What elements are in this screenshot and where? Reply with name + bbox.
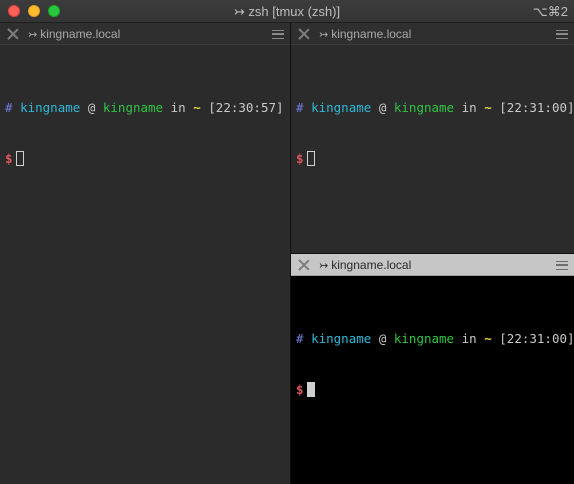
- pane-title: ↣ kingname.local: [28, 27, 120, 41]
- close-icon[interactable]: [298, 259, 310, 271]
- prompt-user: kingname: [20, 100, 81, 115]
- arrow-icon: ↣: [319, 29, 329, 41]
- window-title: ↣ zsh [tmux (zsh)]: [233, 4, 341, 19]
- pane-title: ↣ kingname.local: [319, 258, 411, 272]
- terminal-pane-left[interactable]: ↣ kingname.local # kingname @ kingname in…: [0, 23, 290, 484]
- terminal-output[interactable]: # kingname @ kingname in ~ [22:31:00] $: [296, 296, 574, 432]
- pane-title-text: kingname.local: [331, 258, 412, 272]
- prompt-dir: ~: [193, 100, 201, 115]
- arrow-icon: ↣: [319, 260, 329, 272]
- prompt-line: # kingname @ kingname in ~ [22:30:57]: [5, 100, 284, 115]
- pane-title-text: kingname.local: [40, 27, 121, 41]
- prompt-dir: ~: [484, 331, 492, 346]
- close-icon[interactable]: [7, 28, 19, 40]
- arrow-icon: ↣: [28, 29, 38, 41]
- pane-title-text: kingname.local: [331, 27, 412, 41]
- hamburger-menu-icon[interactable]: [556, 30, 568, 39]
- text-cursor: [15, 151, 24, 166]
- prompt-host: kingname: [393, 331, 455, 346]
- prompt-dir: ~: [484, 100, 492, 115]
- input-line: $: [296, 150, 574, 167]
- prompt-symbol: $: [296, 151, 304, 166]
- prompt-time: [22:31:00]: [499, 100, 574, 115]
- prompt-user: kingname: [311, 331, 372, 346]
- prompt-user: kingname: [311, 100, 372, 115]
- prompt-symbol: $: [5, 151, 13, 166]
- text-cursor: [306, 382, 315, 397]
- input-line: $: [5, 150, 284, 167]
- window-shortcut: ⌥⌘2: [532, 4, 568, 19]
- terminal-pane-bottom-right-active[interactable]: ↣ kingname.local # kingname @ kingname in…: [291, 254, 574, 484]
- prompt-line: # kingname @ kingname in ~ [22:31:00]: [296, 100, 574, 115]
- hamburger-menu-icon[interactable]: [556, 261, 568, 270]
- close-icon[interactable]: [298, 28, 310, 40]
- prompt-host: kingname: [393, 100, 455, 115]
- window-titlebar[interactable]: ↣ zsh [tmux (zsh)] ⌥⌘2: [0, 0, 574, 23]
- prompt-line: # kingname @ kingname in ~ [22:31:00]: [296, 331, 574, 346]
- pane-header[interactable]: ↣ kingname.local: [291, 254, 574, 276]
- input-line: $: [296, 381, 574, 398]
- pane-title: ↣ kingname.local: [319, 27, 411, 41]
- prompt-time: [22:30:57]: [208, 100, 284, 115]
- terminal-pane-top-right[interactable]: ↣ kingname.local # kingname @ kingname in…: [291, 23, 574, 253]
- prompt-host: kingname: [102, 100, 164, 115]
- pane-header[interactable]: ↣ kingname.local: [0, 23, 290, 45]
- hamburger-menu-icon[interactable]: [272, 30, 284, 39]
- text-cursor: [306, 151, 315, 166]
- terminal-output[interactable]: # kingname @ kingname in ~ [22:31:00] $: [296, 65, 574, 201]
- prompt-symbol: $: [296, 382, 304, 397]
- pane-header[interactable]: ↣ kingname.local: [291, 23, 574, 45]
- terminal-output[interactable]: # kingname @ kingname in ~ [22:30:57] $: [5, 65, 284, 201]
- prompt-time: [22:31:00]: [499, 331, 574, 346]
